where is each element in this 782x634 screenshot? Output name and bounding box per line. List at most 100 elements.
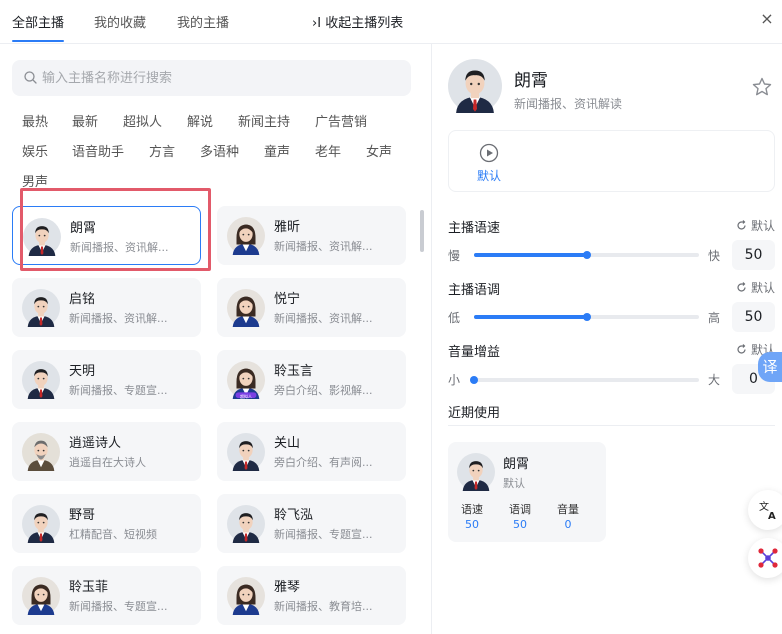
reset-icon — [737, 220, 746, 230]
network-graph-icon — [758, 548, 778, 568]
category-multilingual[interactable]: 多语种 — [200, 141, 239, 160]
pitch-slider-handle[interactable] — [582, 313, 591, 321]
anchor-name: 启铭 — [69, 292, 96, 307]
anchor-avatar — [22, 433, 60, 471]
recent-anchor-name: 朗霄 — [503, 457, 530, 472]
anchor-desc: 旁白介绍、影视解... — [274, 384, 373, 397]
selected-anchor-desc: 新闻播报、资讯解读 — [514, 97, 623, 111]
collapse-icon: ›I — [312, 16, 322, 31]
pitch-value-input[interactable]: 50 — [732, 302, 775, 332]
category-entertainment[interactable]: 娱乐 — [22, 141, 48, 160]
tab-my-anchors[interactable]: 我的主播 — [177, 12, 229, 31]
speed-slider-handle[interactable] — [582, 251, 591, 259]
reset-icon — [737, 282, 746, 292]
anchor-card[interactable]: 关山 旁白介绍、有声阅... — [217, 422, 406, 481]
speed-reset-button[interactable]: 默认 — [736, 217, 775, 234]
category-hyper-real[interactable]: 超拟人 — [123, 111, 162, 130]
svg-text:A: A — [768, 511, 776, 521]
anchor-name: 聆玉言 — [274, 364, 314, 379]
anchor-card[interactable]: 雅琴新闻播报、教育培... — [217, 566, 406, 625]
anchor-card[interactable]: 朗霄新闻播报、资讯解... — [12, 206, 201, 265]
anchor-avatar — [23, 218, 61, 256]
speed-reset-label: 默认 — [751, 219, 776, 233]
volume-title: 音量增益 — [448, 345, 501, 360]
volume-slider[interactable] — [470, 376, 699, 384]
speed-slider[interactable] — [474, 251, 699, 259]
anchor-desc: 新闻播报、专题宣... — [69, 600, 168, 613]
search-box — [12, 60, 411, 96]
speed-slider-fill — [474, 253, 587, 257]
speed-title: 主播语速 — [448, 221, 501, 236]
category-newest[interactable]: 最新 — [72, 111, 98, 130]
anchor-name: 聆玉菲 — [69, 580, 109, 595]
anchor-name: 关山 — [274, 436, 301, 451]
pitch-slider-fill — [474, 315, 587, 319]
category-news-host[interactable]: 新闻主持 — [238, 111, 290, 130]
anchor-desc: 新闻播报、专题宣... — [274, 528, 373, 541]
anchor-avatar — [22, 361, 60, 399]
recent-stat-label: 语调 — [509, 503, 531, 516]
pitch-reset-button[interactable]: 默认 — [736, 279, 775, 296]
anchor-avatar — [227, 217, 265, 255]
anchor-desc: 新闻播报、资讯解... — [274, 240, 373, 253]
category-advertising[interactable]: 广告营销 — [315, 111, 367, 130]
anchor-name: 朗霄 — [70, 221, 97, 236]
anchor-card[interactable]: 启铭新闻播报、资讯解... — [12, 278, 201, 337]
play-preview-icon[interactable] — [479, 143, 499, 163]
category-hot[interactable]: 最热 — [22, 111, 48, 130]
style-default-option[interactable]: 默认 — [477, 167, 501, 184]
panel-divider — [431, 44, 432, 634]
anchor-name: 雅琴 — [274, 580, 301, 595]
close-icon[interactable]: × — [758, 10, 776, 28]
anchor-card[interactable]: 野哥 杠精配音、短视频 — [12, 494, 201, 553]
anchor-desc: 新闻播报、教育培... — [274, 600, 373, 613]
category-elderly[interactable]: 老年 — [315, 141, 341, 160]
category-child-voice[interactable]: 童声 — [264, 141, 290, 160]
category-female-voice[interactable]: 女声 — [366, 141, 392, 160]
recent-stat-label: 音量 — [557, 503, 579, 516]
favorite-star-icon[interactable] — [751, 76, 773, 98]
anchor-avatar — [227, 577, 265, 615]
pitch-title: 主播语调 — [448, 283, 501, 298]
network-tool-button[interactable] — [748, 538, 782, 578]
anchor-badge: 超拟人 — [240, 394, 252, 399]
volume-min-label: 小 — [448, 373, 461, 387]
active-tab-indicator — [12, 40, 64, 42]
search-input[interactable] — [42, 60, 402, 96]
anchor-desc: 新闻播报、资讯解... — [274, 312, 373, 325]
anchor-card[interactable]: 聆飞泓新闻播报、专题宣... — [217, 494, 406, 553]
recent-divider — [448, 425, 775, 426]
category-commentary[interactable]: 解说 — [187, 111, 213, 130]
volume-slider-handle[interactable] — [470, 376, 478, 384]
anchor-card[interactable]: 超拟人 聆玉言旁白介绍、影视解... — [217, 350, 406, 409]
anchor-avatar — [227, 505, 265, 543]
anchor-desc: 新闻播报、资讯解... — [69, 312, 168, 325]
anchor-card[interactable]: 雅昕 新闻播报、资讯解... — [217, 206, 406, 265]
anchor-avatar — [22, 289, 60, 327]
speed-max-label: 快 — [708, 249, 721, 263]
category-male-voice[interactable]: 男声 — [22, 171, 48, 190]
pitch-slider[interactable] — [474, 313, 699, 321]
tab-all-anchors[interactable]: 全部主播 — [12, 12, 64, 31]
collapse-label: 收起主播列表 — [325, 16, 404, 31]
anchor-name: 聆飞泓 — [274, 508, 314, 523]
translate-float-button[interactable]: 译 — [758, 352, 782, 382]
anchor-desc: 新闻播报、专题宣... — [69, 384, 168, 397]
anchor-desc: 新闻播报、资讯解... — [70, 241, 169, 254]
anchor-card[interactable]: 聆玉菲新闻播报、专题宣... — [12, 566, 201, 625]
anchor-avatar — [22, 577, 60, 615]
pitch-max-label: 高 — [708, 311, 721, 325]
collapse-list-button[interactable]: ›I 收起主播列表 — [312, 12, 403, 31]
anchor-card[interactable]: 悦宁新闻播报、资讯解... — [217, 278, 406, 337]
list-scrollbar[interactable] — [420, 210, 424, 252]
category-voice-assistant[interactable]: 语音助手 — [72, 141, 124, 160]
anchor-name: 悦宁 — [274, 292, 301, 307]
anchor-card[interactable]: 逍遥诗人 逍遥自在大诗人 — [12, 422, 201, 481]
anchor-desc: 杠精配音、短视频 — [69, 528, 157, 541]
translate-tool-button[interactable]: 文 A — [748, 490, 782, 530]
speed-value-input[interactable]: 50 — [732, 240, 775, 270]
category-dialect[interactable]: 方言 — [149, 141, 175, 160]
tab-my-favorites[interactable]: 我的收藏 — [94, 12, 146, 31]
selected-anchor-name: 朗霄 — [514, 71, 548, 91]
anchor-card[interactable]: 天明 新闻播报、专题宣... — [12, 350, 201, 409]
